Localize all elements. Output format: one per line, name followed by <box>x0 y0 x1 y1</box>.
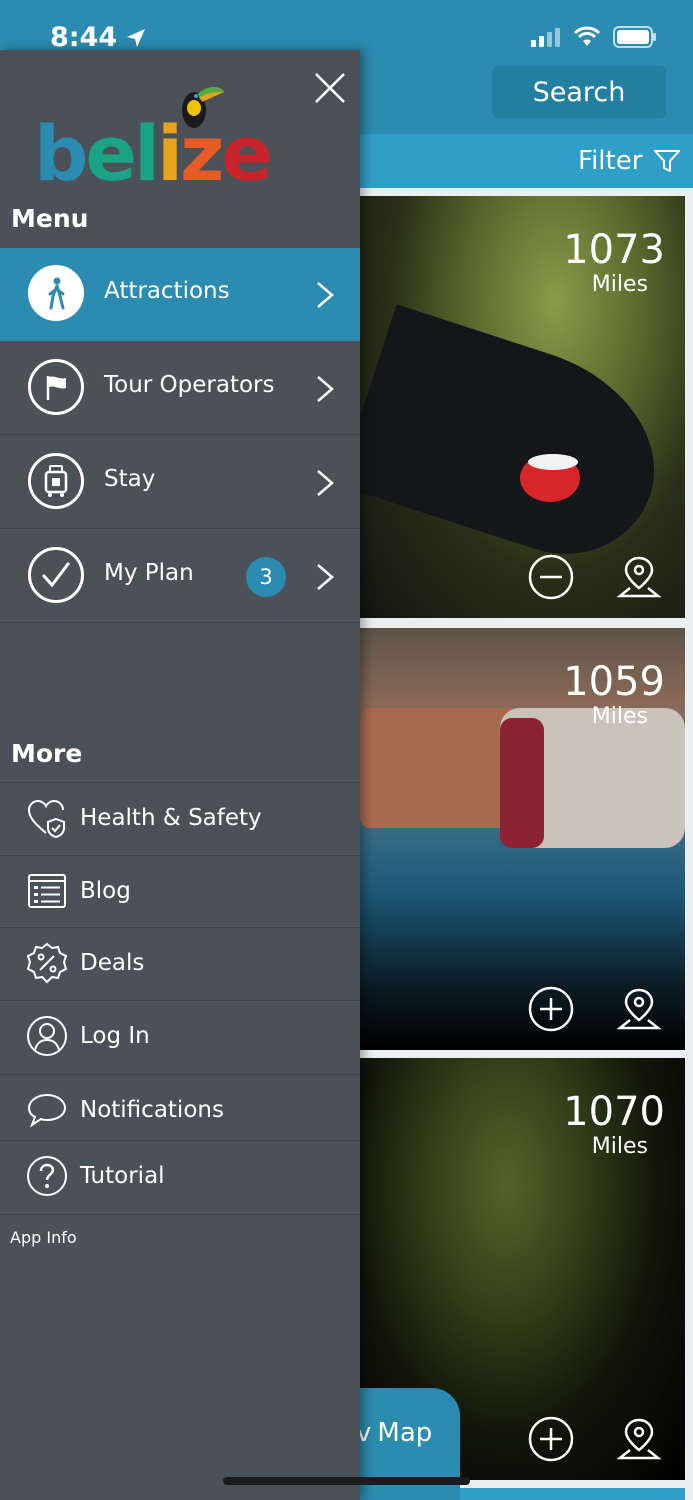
home-indicator <box>223 1477 470 1485</box>
attraction-card[interactable]: 1059 Miles <box>360 628 685 1050</box>
more-item-notifications[interactable]: Notifications <box>0 1074 360 1146</box>
filter-icon <box>654 150 681 172</box>
walking-person-icon <box>28 265 84 321</box>
distance-value: 1059 <box>563 659 665 705</box>
chevron-right-icon <box>317 564 334 590</box>
map-button-label: Map <box>377 1418 433 1448</box>
heart-shield-icon <box>27 799 65 839</box>
location-arrow-icon <box>127 28 146 47</box>
blog-list-icon <box>28 874 66 908</box>
location-pin-icon[interactable] <box>616 1416 662 1462</box>
more-item-label: Log In <box>80 1023 150 1049</box>
menu-item-label: Attractions <box>104 278 230 304</box>
plan-count-badge: 3 <box>246 557 286 597</box>
more-item-blog[interactable]: Blog <box>0 855 360 927</box>
more-item-label: Notifications <box>80 1097 224 1123</box>
menu-heading: Menu <box>11 204 89 233</box>
search-button[interactable]: Search <box>492 66 666 118</box>
menu-item-stay[interactable]: Stay <box>0 436 360 529</box>
chevron-right-icon <box>317 470 334 496</box>
add-to-plan-icon[interactable] <box>528 1416 574 1462</box>
user-icon <box>27 1016 67 1056</box>
filter-button[interactable]: Filter <box>578 143 681 179</box>
cellular-signal-icon <box>531 28 560 47</box>
filter-label: Filter <box>578 146 643 176</box>
divider <box>0 1214 360 1215</box>
status-time: 8:44 <box>50 22 147 53</box>
bird-photo-detail <box>528 454 578 470</box>
more-item-label: Tutorial <box>80 1163 165 1189</box>
attraction-card[interactable]: 1073 Miles <box>360 196 685 618</box>
remove-from-plan-icon[interactable] <box>528 554 574 600</box>
menu-item-label: Tour Operators <box>104 372 275 398</box>
more-item-deals[interactable]: Deals <box>0 927 360 999</box>
distance-unit: Miles <box>591 272 648 297</box>
wifi-icon <box>573 26 601 46</box>
swimmer-photo-detail <box>500 718 544 848</box>
chevron-right-icon <box>317 376 334 402</box>
menu-item-my-plan[interactable]: My Plan 3 <box>0 530 360 623</box>
status-icons <box>531 26 657 48</box>
speech-bubble-icon <box>27 1093 67 1128</box>
chevron-right-icon <box>317 282 334 308</box>
more-item-label: Health & Safety <box>80 805 262 831</box>
distance-value: 1070 <box>563 1089 665 1135</box>
distance-unit: Miles <box>591 704 648 729</box>
menu-item-attractions[interactable]: Attractions <box>0 248 360 341</box>
distance-value: 1073 <box>563 227 665 273</box>
add-to-plan-icon[interactable] <box>528 986 574 1032</box>
distance-unit: Miles <box>591 1134 648 1159</box>
menu-item-tour-operators[interactable]: Tour Operators <box>0 342 360 435</box>
question-icon <box>27 1156 67 1196</box>
luggage-icon <box>28 453 84 509</box>
more-item-health-safety[interactable]: Health & Safety <box>0 782 360 854</box>
battery-icon <box>613 26 656 48</box>
more-item-label: Deals <box>80 950 145 976</box>
side-drawer: belize Menu Attractions Tour Operators S… <box>0 50 360 1500</box>
more-heading: More <box>11 739 83 768</box>
location-pin-icon[interactable] <box>616 986 662 1032</box>
bird-photo <box>360 304 683 578</box>
menu-item-label: My Plan <box>104 560 194 586</box>
flag-icon <box>28 359 84 415</box>
location-pin-icon[interactable] <box>616 554 662 600</box>
app-info-link[interactable]: App Info <box>10 1228 77 1247</box>
logo-wordmark: belize <box>34 109 273 198</box>
more-item-label: Blog <box>80 878 131 904</box>
percent-badge-icon <box>26 942 68 984</box>
close-icon[interactable] <box>312 70 348 106</box>
status-time-text: 8:44 <box>50 22 118 53</box>
checkmark-icon <box>28 547 84 603</box>
more-item-tutorial[interactable]: Tutorial <box>0 1140 360 1212</box>
bottom-strip <box>460 1488 685 1500</box>
menu-item-label: Stay <box>104 466 156 492</box>
belize-logo: belize <box>34 82 274 198</box>
search-button-label: Search <box>532 76 626 108</box>
more-item-log-in[interactable]: Log In <box>0 1000 360 1072</box>
